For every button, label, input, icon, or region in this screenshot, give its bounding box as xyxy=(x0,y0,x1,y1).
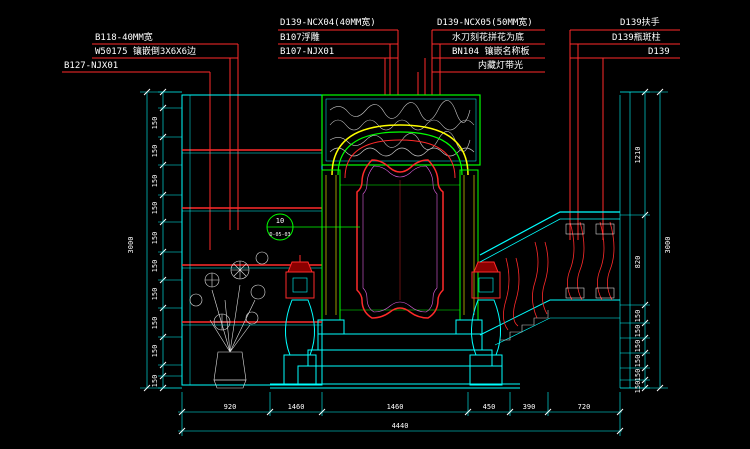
callout-leaders xyxy=(62,29,680,250)
right-dim-label: 150 xyxy=(634,310,642,323)
bottom-dim-label: 720 xyxy=(578,403,591,411)
callout-text: B127-NJX01 xyxy=(64,61,118,71)
bottom-total-label: 4440 xyxy=(392,422,409,430)
callout-text: B107浮雕 xyxy=(280,31,320,43)
arch-doorway xyxy=(317,94,483,335)
bottom-dim-label: 390 xyxy=(523,403,536,411)
bottom-dim-label: 920 xyxy=(224,403,237,411)
left-dim-label: 150 xyxy=(151,232,159,245)
right-dim-label: 150 xyxy=(634,355,642,368)
right-dim-label: 150 xyxy=(634,381,642,394)
callout-text: D139扶手 xyxy=(620,16,660,28)
right-newel-post xyxy=(469,261,503,386)
left-total-label: 3000 xyxy=(127,237,135,254)
right-dim-label: 150 xyxy=(634,340,642,353)
left-dim-label: 150 xyxy=(151,345,159,358)
staircase-balustrade xyxy=(479,95,621,388)
right-dim-label: 1210 xyxy=(634,147,642,164)
bottom-dim-label: 1460 xyxy=(387,403,404,411)
right-dimension-chain xyxy=(620,91,668,389)
cad-drawing: D139-NCX04(40MM宽) B107浮雕 B107-NJX01 D139… xyxy=(62,16,680,436)
left-dim-label: 150 xyxy=(151,317,159,330)
flower-vase-illustration xyxy=(189,251,269,389)
right-dim-label: 150 xyxy=(634,325,642,338)
bottom-dim-label: 1460 xyxy=(288,403,305,411)
bottom-dim-label: 450 xyxy=(483,403,496,411)
callout-text: W50175 镶嵌倒3X6X6边 xyxy=(95,45,196,57)
detail-tag: 10 D-05-03 xyxy=(266,213,360,241)
right-dimension-labels: 1210 820 150 150 150 150 150 150 3000 xyxy=(634,147,672,394)
steps xyxy=(270,333,520,389)
left-dimension-chain xyxy=(140,91,182,389)
right-total-label: 3000 xyxy=(664,237,672,254)
left-dim-label: 150 xyxy=(151,117,159,130)
detail-tag-sheet: D-05-03 xyxy=(269,232,290,238)
callout-text: D139-NCX05(50MM宽) xyxy=(437,16,533,28)
detail-tag-number: 10 xyxy=(276,217,284,225)
bottom-dimension-labels: 920 1460 1460 450 390 720 4440 xyxy=(224,403,591,430)
left-dim-label: 150 xyxy=(151,145,159,158)
callout-text: BN104 镶嵌名称板 xyxy=(452,45,530,57)
left-wall-panel xyxy=(181,94,323,386)
left-dim-label: 150 xyxy=(151,202,159,215)
callout-text: B118-40MM宽 xyxy=(95,31,153,43)
callout-text: D139瓶斑柱 xyxy=(612,31,661,43)
left-dim-label: 150 xyxy=(151,175,159,188)
callout-text: 水刀刻花拼花为底 xyxy=(452,31,524,43)
callout-text: B107-NJX01 xyxy=(280,47,334,57)
left-dimension-labels: 3000 150 150 150 150 150 150 150 150 150… xyxy=(127,117,159,388)
right-dim-label: 820 xyxy=(634,256,642,269)
callout-text: 内藏灯带光 xyxy=(478,59,523,71)
left-dim-label: 150 xyxy=(151,260,159,273)
left-dim-label: 150 xyxy=(151,288,159,301)
callout-text: D139-NCX04(40MM宽) xyxy=(280,16,376,28)
callout-text: D139 xyxy=(648,47,670,57)
right-dim-label: 150 xyxy=(634,369,642,382)
left-dim-label: 150 xyxy=(151,375,159,388)
